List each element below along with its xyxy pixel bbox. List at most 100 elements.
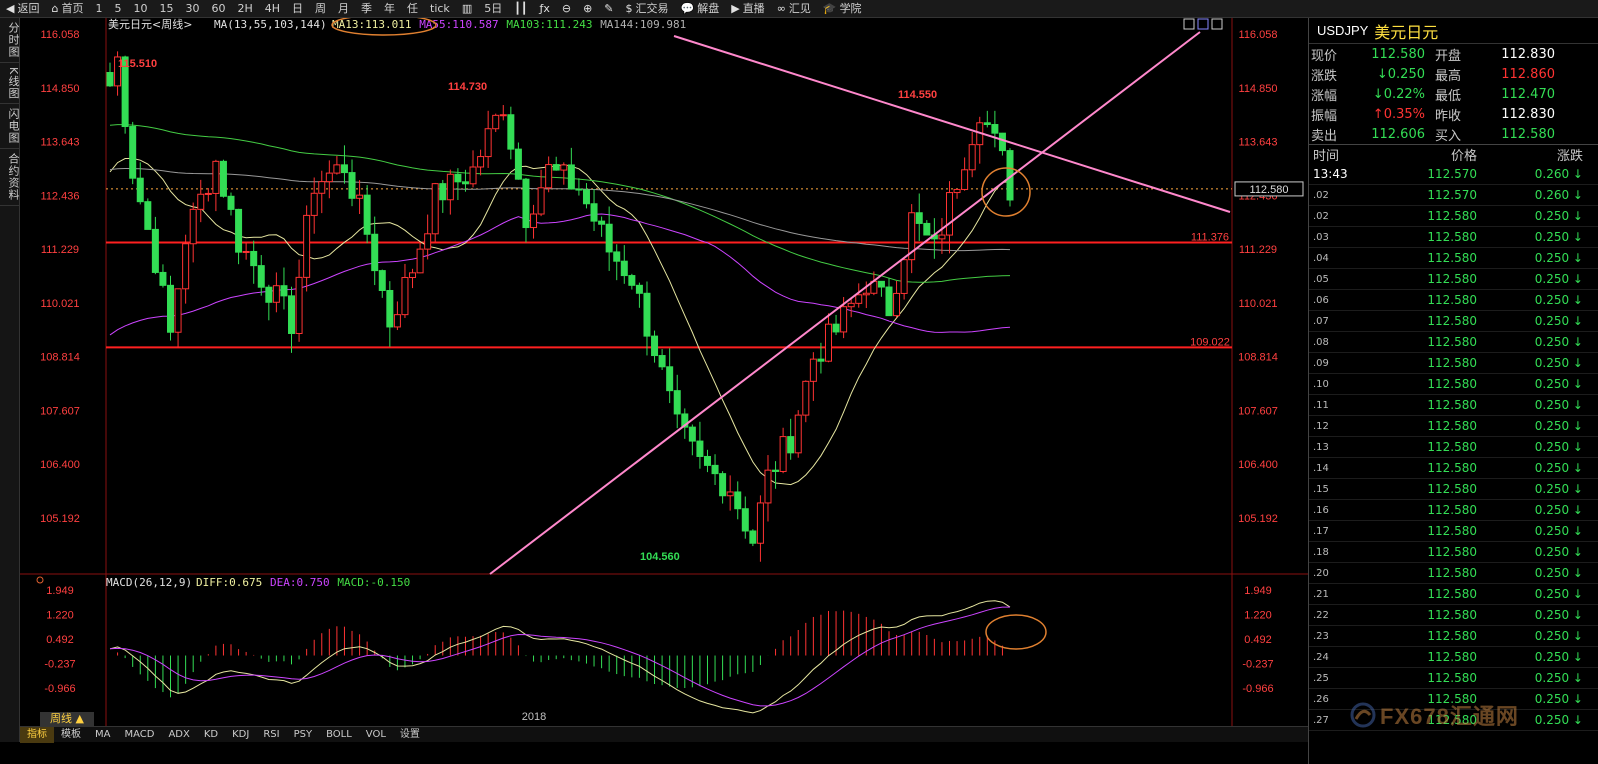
tick-row[interactable]: .25 112.580 0.250 ↓ <box>1309 668 1598 689</box>
candle-body <box>885 286 893 317</box>
candle-body <box>923 222 931 236</box>
period-1[interactable]: 1 <box>89 0 108 18</box>
tick-row[interactable]: .24 112.580 0.250 ↓ <box>1309 647 1598 668</box>
left-tab-0[interactable]: 分时图 <box>0 18 20 63</box>
candle-body <box>167 284 175 333</box>
tick-row[interactable]: .09 112.580 0.250 ↓ <box>1309 353 1598 374</box>
period-10[interactable]: 10 <box>127 0 153 18</box>
period-年[interactable]: 年 <box>378 0 401 18</box>
link-button[interactable]: ∞ 汇见 <box>771 0 817 18</box>
tick-row[interactable]: .11 112.580 0.250 ↓ <box>1309 395 1598 416</box>
tick-price: 112.580 <box>1427 461 1477 475</box>
indicator-tab-7[interactable]: RSI <box>256 727 286 743</box>
tick-row[interactable]: .07 112.580 0.250 ↓ <box>1309 311 1598 332</box>
tick-row[interactable]: .13 112.580 0.250 ↓ <box>1309 437 1598 458</box>
candle-body <box>756 502 764 544</box>
left-tab-3[interactable]: 合约资料 <box>0 149 20 207</box>
graduation-cap-button[interactable]: 🎓 学院 <box>817 0 868 18</box>
symbol-name: 美元日元 <box>1374 22 1439 42</box>
tick-row[interactable]: .02 112.580 0.250 ↓ <box>1309 206 1598 227</box>
tick-row[interactable]: .06 112.580 0.250 ↓ <box>1309 290 1598 311</box>
back-arrow-button[interactable]: ◀ 返回 <box>0 0 45 18</box>
tick-row[interactable]: .16 112.580 0.250 ↓ <box>1309 500 1598 521</box>
tick-row[interactable]: .08 112.580 0.250 ↓ <box>1309 332 1598 353</box>
left-tab-2[interactable]: 闪电图 <box>0 104 20 150</box>
period-月[interactable]: 月 <box>332 0 355 18</box>
toolbar-label: 汇见 <box>788 1 811 15</box>
indicator-tab-10[interactable]: VOL <box>359 727 393 743</box>
tick-row[interactable]: .15 112.580 0.250 ↓ <box>1309 479 1598 500</box>
y-tick-right: 107.607 <box>1238 405 1278 417</box>
tick-row[interactable]: .23 112.580 0.250 ↓ <box>1309 626 1598 647</box>
period-15[interactable]: 15 <box>153 0 179 18</box>
period-tick[interactable]: tick <box>424 0 456 18</box>
zoom-in-button[interactable]: ⊕ <box>577 0 598 18</box>
indicator-tab-11[interactable]: 设置 <box>393 727 427 743</box>
tick-price: 112.580 <box>1427 398 1477 412</box>
fx-button[interactable]: ƒx <box>533 0 555 18</box>
bars-button[interactable]: ┃┃ <box>508 0 533 18</box>
left-tab-1[interactable]: K线图 <box>0 63 20 105</box>
period-任[interactable]: 任 <box>401 0 424 18</box>
candle-body <box>953 188 961 194</box>
toolbar-label: 年 <box>384 1 396 15</box>
indicator-tab-2[interactable]: MA <box>88 727 117 743</box>
tick-row[interactable]: .14 112.580 0.250 ↓ <box>1309 458 1598 479</box>
y-tick-right: 116.058 <box>1239 29 1278 41</box>
tick-row[interactable]: .18 112.580 0.250 ↓ <box>1309 542 1598 563</box>
indicator-tab-8[interactable]: PSY <box>287 727 320 743</box>
candlestick-chart[interactable]: 美元日元<周线> MA(13,55,103,144) MA13:113.011 MA5… <box>20 18 1308 726</box>
tick-time: .07 <box>1313 315 1329 327</box>
tick-row[interactable]: .22 112.580 0.250 ↓ <box>1309 605 1598 626</box>
period-周[interactable]: 周 <box>309 0 332 18</box>
period-日[interactable]: 日 <box>286 0 309 18</box>
candle-body <box>764 469 772 504</box>
chat-button[interactable]: 💬 解盘 <box>675 0 726 18</box>
home-button[interactable]: ⌂ 首页 <box>45 0 89 18</box>
indicator-tab-3[interactable]: MACD <box>117 727 161 743</box>
candlestick-button[interactable]: ▥ <box>456 0 478 18</box>
candle-body <box>348 172 356 199</box>
period-60[interactable]: 60 <box>205 0 231 18</box>
tick-row[interactable]: .21 112.580 0.250 ↓ <box>1309 584 1598 605</box>
indicator-tab-0[interactable]: 指标 <box>20 726 54 743</box>
tick-price: 112.580 <box>1427 230 1477 244</box>
tick-list[interactable]: 13:43 112.570 0.260 ↓ .02 112.570 0.260 ↓ .02 1… <box>1309 164 1598 731</box>
indicator-tab-9[interactable]: BOLL <box>319 727 359 743</box>
indicator-tab-5[interactable]: KD <box>197 727 225 743</box>
tick-row[interactable]: .12 112.580 0.250 ↓ <box>1309 416 1598 437</box>
candle-body <box>356 194 364 199</box>
tick-row[interactable]: 13:43 112.570 0.260 ↓ <box>1309 164 1598 185</box>
tick-time: .17 <box>1313 525 1329 537</box>
tick-change: 0.250 ↓ <box>1534 587 1583 601</box>
period-30[interactable]: 30 <box>179 0 205 18</box>
tick-row[interactable]: .05 112.580 0.250 ↓ <box>1309 269 1598 290</box>
play-button[interactable]: ▶ 直播 <box>725 0 770 18</box>
period-季[interactable]: 季 <box>355 0 378 18</box>
quote-value: 112.470 <box>1501 86 1555 102</box>
macd-y-tick-right: 1.949 <box>1244 585 1272 597</box>
period-5[interactable]: 5 <box>108 0 127 18</box>
indicator-tab-6[interactable]: KDJ <box>225 727 256 743</box>
tick-row[interactable]: .03 112.580 0.250 ↓ <box>1309 227 1598 248</box>
period-2H[interactable]: 2H <box>231 0 258 18</box>
tick-row[interactable]: .17 112.580 0.250 ↓ <box>1309 521 1598 542</box>
candle-body <box>772 469 780 472</box>
dollar-button[interactable]: $ 汇交易 <box>620 0 675 18</box>
period-4H[interactable]: 4H <box>259 0 286 18</box>
candle-body <box>227 195 235 210</box>
indicator-tab-1[interactable]: 模板 <box>54 727 88 743</box>
y-tick-left: 114.850 <box>41 83 80 95</box>
zoom-out-button[interactable]: ⊖ <box>556 0 577 18</box>
tick-row[interactable]: .04 112.580 0.250 ↓ <box>1309 248 1598 269</box>
tick-row[interactable]: .02 112.570 0.260 ↓ <box>1309 185 1598 206</box>
tick-time: .13 <box>1313 441 1329 453</box>
tick-row[interactable]: .20 112.580 0.250 ↓ <box>1309 563 1598 584</box>
tick-row[interactable]: .10 112.580 0.250 ↓ <box>1309 374 1598 395</box>
candle-body <box>386 289 394 328</box>
period-tab[interactable]: 周线 ▲ <box>40 712 94 726</box>
period-5日[interactable]: 5日 <box>478 0 508 18</box>
indicator-tab-4[interactable]: ADX <box>161 727 196 743</box>
chart-area[interactable]: 美元日元<周线> MA(13,55,103,144) MA13:113.011 MA5… <box>20 18 1310 726</box>
pen-button[interactable]: ✎ <box>598 0 619 18</box>
